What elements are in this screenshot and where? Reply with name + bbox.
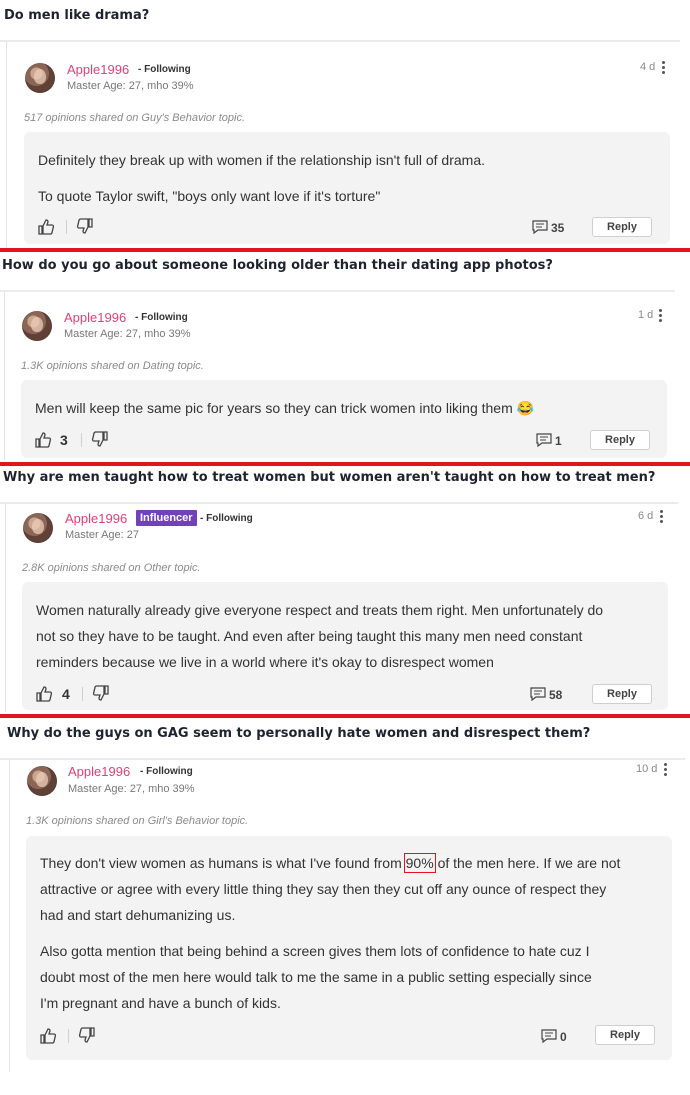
answer-text: They don't view women as humans is what … [40, 850, 620, 876]
influencer-badge: Influencer [136, 510, 197, 526]
answer-body: Women naturally already give everyone re… [22, 582, 668, 710]
question-title[interactable]: Why do the guys on GAG seem to personall… [7, 726, 590, 741]
answer-body: Definitely they break up with women if t… [24, 132, 670, 244]
comment-count[interactable]: 1 [555, 434, 562, 448]
user-meta: Master Age: 27, mho 39% [64, 328, 191, 340]
answer-text: Also gotta mention that being behind a s… [40, 943, 590, 959]
comment-count[interactable]: 58 [549, 688, 562, 702]
comment-icon[interactable] [541, 1029, 557, 1043]
answer-text: To quote Taylor swift, "boys only want l… [38, 188, 381, 204]
answer-text: attractive or agree with every little th… [40, 881, 607, 897]
thumbs-down-icon[interactable] [92, 684, 110, 702]
avatar[interactable] [22, 311, 52, 341]
avatar[interactable] [23, 513, 53, 543]
divider [0, 502, 678, 504]
more-vert-icon[interactable] [659, 309, 663, 324]
divider [0, 758, 685, 760]
comment-icon[interactable] [532, 220, 548, 234]
following-status[interactable]: - Following [200, 513, 253, 524]
answer-body: They don't view women as humans is what … [26, 836, 672, 1060]
more-vert-icon[interactable] [660, 510, 664, 525]
card-edge [6, 42, 7, 248]
answer-text-part: of the men here. If we are not [437, 855, 621, 871]
answer-body: Men will keep the same pic for years so … [21, 380, 667, 458]
post-3: Why are men taught how to treat women bu… [0, 466, 690, 714]
card-edge [5, 504, 6, 712]
answer-text: doubt most of the men here would talk to… [40, 969, 592, 985]
thumbs-up-icon[interactable] [35, 685, 53, 703]
answer-text: I'm pregnant and have a bunch of kids. [40, 995, 281, 1011]
post-age: 4 d [640, 61, 656, 73]
answer-text-part: They don't view women as humans is what … [40, 855, 402, 871]
question-title[interactable]: Why are men taught how to treat women bu… [3, 470, 655, 485]
answer-text: reminders because we live in a world whe… [36, 654, 494, 670]
following-status[interactable]: - Following [140, 766, 193, 777]
answer-text: not so they have to be taught. And even … [36, 628, 583, 644]
comment-count[interactable]: 0 [560, 1030, 567, 1044]
vote-separator [68, 1029, 69, 1043]
post-4: Why do the guys on GAG seem to personall… [0, 718, 690, 1088]
more-vert-icon[interactable] [664, 763, 668, 778]
thumbs-down-icon[interactable] [91, 430, 109, 448]
avatar[interactable] [25, 63, 55, 93]
vote-separator [81, 433, 82, 447]
user-meta: Master Age: 27, mho 39% [67, 80, 194, 92]
post-age: 1 d [638, 309, 654, 321]
thumbs-down-icon[interactable] [76, 217, 94, 235]
username-link[interactable]: Apple1996 [64, 310, 126, 325]
upvote-count: 4 [62, 686, 70, 702]
following-status[interactable]: - Following [135, 312, 188, 323]
post-age: 6 d [638, 510, 654, 522]
reply-button[interactable]: Reply [592, 217, 652, 237]
question-title[interactable]: How do you go about someone looking olde… [2, 258, 553, 273]
answer-text: Definitely they break up with women if t… [38, 152, 486, 168]
user-meta: Master Age: 27, mho 39% [68, 783, 195, 795]
post-2: How do you go about someone looking olde… [0, 252, 690, 462]
reply-button[interactable]: Reply [592, 684, 652, 704]
topic-info: 517 opinions shared on Guy's Behavior to… [24, 112, 246, 124]
divider [0, 290, 675, 292]
user-meta: Master Age: 27 [65, 529, 139, 541]
divider [0, 40, 680, 42]
post-1: Do men like drama? Apple1996 - Following… [0, 0, 690, 250]
more-vert-icon[interactable] [662, 61, 666, 76]
following-status[interactable]: - Following [138, 64, 191, 75]
username-link[interactable]: Apple1996 [65, 511, 127, 526]
thumbs-up-icon[interactable] [37, 218, 55, 236]
comment-icon[interactable] [530, 687, 546, 701]
answer-text: had and start dehumanizing us. [40, 907, 236, 923]
reply-button[interactable]: Reply [590, 430, 650, 450]
thumbs-down-icon[interactable] [78, 1026, 96, 1044]
username-link[interactable]: Apple1996 [68, 764, 130, 779]
post-age: 10 d [636, 763, 658, 775]
avatar[interactable] [27, 766, 57, 796]
comment-count[interactable]: 35 [551, 221, 564, 235]
topic-info: 1.3K opinions shared on Dating topic. [21, 360, 204, 372]
vote-separator [82, 687, 83, 701]
reply-button[interactable]: Reply [595, 1025, 655, 1045]
answer-text: Women naturally already give everyone re… [36, 602, 604, 618]
card-edge [9, 760, 10, 1072]
card-edge [4, 292, 5, 460]
question-title[interactable]: Do men like drama? [4, 8, 149, 23]
thumbs-up-icon[interactable] [39, 1027, 57, 1045]
thumbs-up-icon[interactable] [34, 431, 52, 449]
topic-info: 1.3K opinions shared on Girl's Behavior … [26, 815, 249, 827]
comment-icon[interactable] [536, 433, 552, 447]
username-link[interactable]: Apple1996 [67, 62, 129, 77]
answer-text: Men will keep the same pic for years so … [35, 400, 535, 416]
vote-separator [66, 220, 67, 234]
highlighted-stat: 90% [403, 853, 436, 873]
topic-info: 2.8K opinions shared on Other topic. [22, 562, 201, 574]
upvote-count: 3 [60, 432, 68, 448]
